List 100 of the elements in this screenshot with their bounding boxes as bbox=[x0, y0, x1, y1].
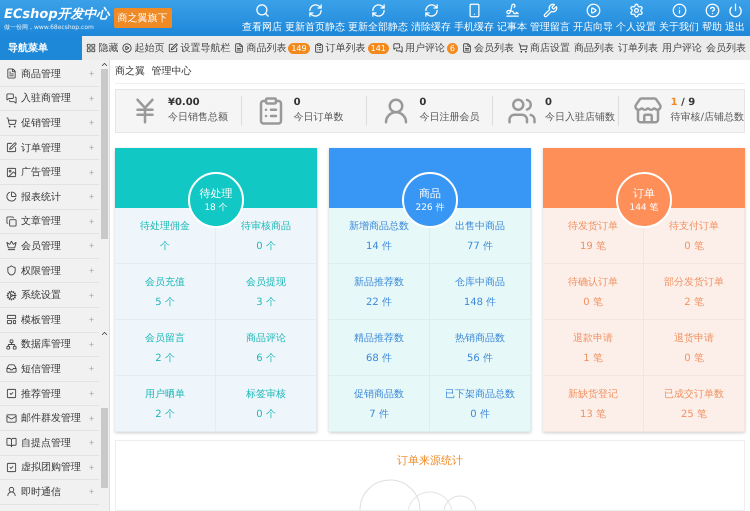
cell-label[interactable]: 待发货订单 bbox=[568, 218, 618, 232]
copy-icon bbox=[6, 216, 17, 227]
sidebar-item[interactable]: 商品管理 bbox=[0, 62, 99, 87]
sidebar-label: 促销管理 bbox=[21, 116, 62, 130]
toolbar-button[interactable]: 管理留言 bbox=[529, 2, 571, 34]
cell-value: 7 件 bbox=[369, 408, 389, 420]
checkbox-icon bbox=[6, 462, 17, 473]
tab[interactable]: 订单列表 bbox=[616, 41, 660, 55]
tab[interactable]: 用户评论 6 bbox=[390, 41, 460, 55]
tab[interactable]: 订单列表 141 bbox=[312, 41, 391, 55]
cell-label[interactable]: 会员提现 bbox=[246, 274, 286, 288]
phone-icon bbox=[466, 2, 482, 18]
tab[interactable]: 会员列表 bbox=[460, 41, 516, 55]
sidebar-item[interactable]: 即时通信 bbox=[0, 480, 99, 505]
sidebar-item[interactable]: 虚拟团购管理 bbox=[0, 456, 99, 480]
cell-label[interactable]: 新缺货登记 bbox=[568, 386, 618, 400]
tab[interactable]: 商品列表 149 bbox=[232, 41, 312, 55]
sidebar-item[interactable]: 自提点管理 bbox=[0, 430, 99, 456]
toolbar-button[interactable]: 开店向导 bbox=[572, 2, 614, 34]
cell-label[interactable]: 会员充值 bbox=[145, 274, 185, 288]
toolbar-button[interactable]: 个人设置 bbox=[615, 2, 657, 34]
cell-label[interactable]: 热销商品数 bbox=[455, 330, 505, 344]
sidebar-item[interactable]: 推荐管理 bbox=[0, 382, 99, 406]
cell-label[interactable]: 仓库中商品 bbox=[455, 274, 505, 288]
crown-icon bbox=[6, 240, 17, 252]
tab[interactable]: 用户评论 bbox=[660, 41, 704, 55]
cell-label[interactable]: 退货申请 bbox=[674, 330, 714, 344]
sidebar-item[interactable]: 文章管理 bbox=[0, 210, 99, 234]
refresh-icon bbox=[424, 2, 438, 18]
stat-value: ¥0.00 bbox=[168, 97, 201, 108]
sidebar-item[interactable]: 促销管理 bbox=[0, 111, 99, 136]
plus-icon bbox=[88, 316, 95, 324]
document-icon bbox=[462, 43, 472, 53]
tab[interactable]: 会员列表 bbox=[704, 41, 748, 55]
sidebar-item[interactable]: 权限管理 bbox=[0, 258, 99, 284]
cell-label[interactable]: 待支付订单 bbox=[669, 218, 719, 232]
grid-icon bbox=[86, 43, 96, 53]
cell-label[interactable]: 出售中商品 bbox=[455, 218, 505, 232]
cell-label[interactable]: 用户晒单 bbox=[145, 386, 185, 400]
mail-icon bbox=[6, 412, 17, 424]
cell-label[interactable]: 新品推荐数 bbox=[354, 274, 404, 288]
stat-label: 待审核/店铺总数 bbox=[670, 110, 744, 124]
toolbar-button[interactable]: 帮助 bbox=[701, 2, 723, 34]
tab[interactable]: 商品列表 bbox=[572, 41, 616, 55]
sidebar-item[interactable]: 邮件群发管理 bbox=[0, 406, 99, 431]
cell-label[interactable]: 标签审核 bbox=[246, 386, 286, 400]
toolbar-button[interactable]: 更新全部静态 bbox=[347, 2, 409, 34]
cell-label[interactable]: 部分发货订单 bbox=[664, 274, 724, 288]
sidebar-label: 虚拟团购管理 bbox=[21, 460, 82, 474]
plus-icon bbox=[88, 218, 95, 225]
toolbar-button[interactable]: 退出 bbox=[724, 2, 746, 34]
wrench-icon bbox=[542, 2, 558, 18]
sidebar-item[interactable]: 会员管理 bbox=[0, 234, 99, 259]
scroll-up-icon bbox=[100, 60, 108, 69]
cell-label[interactable]: 商品评论 bbox=[246, 330, 286, 344]
info-icon bbox=[672, 2, 686, 18]
toolbar-button[interactable]: 关于我们 bbox=[658, 2, 700, 34]
count-badge: 149 bbox=[288, 42, 310, 54]
tab[interactable]: 起始页 bbox=[120, 41, 166, 55]
cell-label[interactable]: 已下架商品总数 bbox=[445, 386, 515, 400]
toolbar-button[interactable]: 查看网店 bbox=[241, 2, 283, 34]
sidebar-label: 文章管理 bbox=[21, 214, 62, 228]
toolbar-button[interactable]: 记事本 bbox=[496, 2, 528, 34]
scroll-thumb[interactable] bbox=[100, 408, 108, 488]
refresh-icon bbox=[370, 2, 386, 18]
sidebar-label: 会员管理 bbox=[21, 240, 62, 253]
sidebar-item[interactable]: 系统设置 bbox=[0, 283, 99, 308]
cell-value: 56 件 bbox=[467, 352, 493, 364]
scroll-thumb[interactable] bbox=[100, 69, 108, 239]
sidebar-label: 数据库管理 bbox=[21, 338, 72, 352]
sidebar-item[interactable]: 模板管理 bbox=[0, 308, 99, 333]
sidebar-label: 商品管理 bbox=[21, 68, 62, 81]
plus-icon bbox=[88, 365, 95, 372]
cell-label[interactable]: 精品推荐数 bbox=[354, 330, 404, 344]
network-icon bbox=[6, 338, 17, 350]
document-icon bbox=[234, 43, 244, 53]
cell-label[interactable]: 促销商品数 bbox=[354, 386, 404, 400]
scroll-up-icon bbox=[100, 329, 108, 338]
panel-count: 18 个 bbox=[204, 202, 228, 214]
sidebar-item[interactable]: 短信管理 bbox=[0, 357, 99, 382]
cell-label[interactable]: 待确认订单 bbox=[568, 274, 618, 288]
tab[interactable]: 设置导航栏 bbox=[166, 41, 232, 55]
sidebar-label: 模板管理 bbox=[21, 314, 62, 327]
cell-label[interactable]: 已成交订单数 bbox=[664, 386, 724, 400]
cell-label[interactable]: 待审核商品 bbox=[241, 218, 291, 232]
cell-label[interactable]: 会员留言 bbox=[145, 330, 185, 344]
tab[interactable]: 隐藏 bbox=[84, 41, 120, 55]
toolbar-button[interactable]: 清除缓存 bbox=[410, 2, 452, 34]
sidebar-item[interactable]: 订单管理 bbox=[0, 136, 99, 160]
toolbar-button[interactable]: 更新首页静态 bbox=[284, 2, 346, 34]
tab[interactable]: 商店设置 bbox=[516, 41, 572, 55]
sidebar-item[interactable]: 报表统计 bbox=[0, 184, 99, 210]
cell-label[interactable]: 待处理佣金 bbox=[140, 218, 190, 232]
toolbar-button[interactable]: 手机缓存 bbox=[453, 2, 495, 34]
plus-icon bbox=[88, 488, 95, 496]
sidebar-item[interactable]: 入驻商管理 bbox=[0, 86, 99, 112]
cell-label[interactable]: 新增商品总数 bbox=[349, 218, 409, 232]
cell-label[interactable]: 退款申请 bbox=[573, 330, 613, 344]
sidebar-item[interactable]: 数据库管理 bbox=[0, 332, 99, 358]
sidebar-item[interactable]: 广告管理 bbox=[0, 160, 99, 185]
